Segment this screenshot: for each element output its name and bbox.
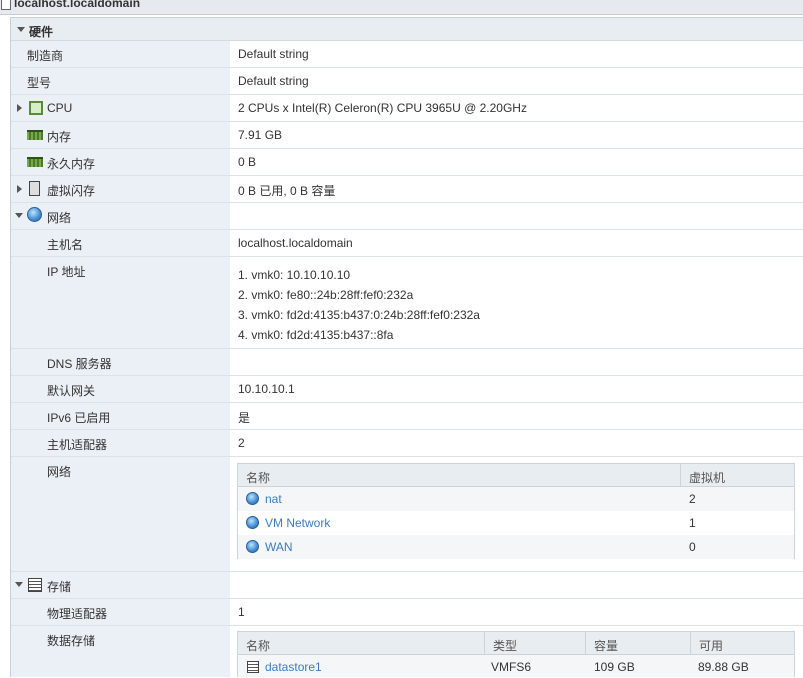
column-header-vms[interactable]: 虚拟机 — [681, 464, 794, 487]
window-title: localhost.localdomain — [14, 0, 141, 10]
table-row: nat 2 — [238, 487, 794, 511]
collapse-caret-icon[interactable] — [15, 213, 23, 218]
row-host-adapters: 主机适配器 2 — [11, 430, 803, 457]
row-label: IPv6 已启用 — [47, 411, 111, 425]
cpu-chip-icon — [29, 101, 43, 115]
row-label: IP 地址 — [47, 265, 86, 279]
row-label: 主机名 — [47, 238, 84, 252]
section-hardware-header[interactable]: 硬件 — [11, 18, 803, 41]
row-physical-adapters: 物理适配器 1 — [11, 599, 803, 626]
row-label: 虚拟闪存 — [47, 184, 96, 198]
row-value: 2 — [238, 436, 245, 450]
host-summary-panel: 硬件 制造商 Default string 型号 Default string … — [10, 17, 803, 677]
window-titlebar: localhost.localdomain — [0, 0, 803, 15]
datastores-table: 名称 类型 容量 可用 datastore1 VMFS6 109 GB 89.8… — [237, 631, 795, 677]
row-value: 1 — [238, 605, 245, 619]
row-memory: 内存 7.91 GB — [11, 122, 803, 149]
section-hardware-title: 硬件 — [29, 25, 54, 39]
row-label: 网络 — [47, 211, 72, 225]
collapse-caret-icon[interactable] — [17, 27, 25, 32]
row-label: 主机适配器 — [47, 438, 108, 452]
row-hostname: 主机名 localhost.localdomain — [11, 230, 803, 257]
row-label: CPU — [47, 101, 73, 115]
column-header-type[interactable]: 类型 — [485, 632, 585, 655]
row-datastores: 数据存储 名称 类型 容量 可用 datastore1 VMFS6 109 GB… — [11, 626, 803, 677]
datastore-icon — [247, 661, 259, 673]
network-link[interactable]: VM Network — [265, 516, 330, 530]
row-virtual-flash[interactable]: 虚拟闪存 0 B 已用, 0 B 容量 — [11, 176, 803, 203]
row-value: 10.10.10.1 — [238, 382, 295, 396]
datastore-free: 89.88 GB — [698, 660, 749, 674]
row-label: 内存 — [47, 130, 72, 144]
row-value: 0 B 已用, 0 B 容量 — [238, 184, 336, 198]
row-label: 网络 — [47, 465, 72, 479]
networks-table: 名称 虚拟机 nat 2 VM Network 1 WAN 0 — [237, 463, 795, 559]
section-storage-header[interactable]: 存储 — [11, 572, 803, 599]
row-label: 永久内存 — [47, 157, 96, 171]
disk-storage-icon — [28, 578, 42, 592]
datastore-link[interactable]: datastore1 — [265, 660, 322, 674]
row-value: 0 B — [238, 155, 257, 169]
collapse-caret-icon[interactable] — [15, 582, 23, 587]
row-value: Default string — [238, 47, 309, 61]
row-label: 制造商 — [27, 49, 64, 63]
row-manufacturer: 制造商 Default string — [11, 41, 803, 68]
row-label: DNS 服务器 — [47, 357, 112, 371]
row-value: 7.91 GB — [238, 128, 283, 142]
document-icon — [1, 0, 11, 10]
flash-drive-icon — [29, 181, 40, 196]
ip-address-item: 2. vmk0: fe80::24b:28ff:fef0:232a — [238, 288, 414, 302]
table-row: datastore1 VMFS6 109 GB 89.88 GB — [238, 655, 794, 677]
column-header-name[interactable]: 名称 — [238, 464, 680, 487]
row-value: 2 CPUs x Intel(R) Celeron(R) CPU 3965U @… — [238, 101, 527, 115]
row-networks: 网络 名称 虚拟机 nat 2 VM Network 1 WAN 0 — [11, 457, 803, 572]
row-persistent-memory: 永久内存 0 B — [11, 149, 803, 176]
globe-network-icon — [27, 207, 42, 222]
ip-address-item: 1. vmk0: 10.10.10.10 — [238, 268, 351, 282]
ip-address-item: 3. vmk0: fd2d:4135:b437:0:24b:28ff:fef0:… — [238, 308, 480, 322]
ip-address-item: 4. vmk0: fd2d:4135:b437::8fa — [238, 328, 394, 342]
column-header-name[interactable]: 名称 — [238, 632, 484, 655]
row-ipv6-enabled: IPv6 已启用 是 — [11, 403, 803, 430]
network-link[interactable]: WAN — [265, 540, 293, 554]
network-link[interactable]: nat — [265, 492, 282, 506]
section-storage-title: 存储 — [47, 580, 72, 594]
row-label: 型号 — [27, 76, 52, 90]
globe-network-icon — [246, 540, 259, 553]
row-label: 数据存储 — [47, 634, 96, 648]
ip-address-list: 1. vmk0: 10.10.10.10 2. vmk0: fe80::24b:… — [238, 265, 797, 345]
row-label: 物理适配器 — [47, 607, 108, 621]
row-cpu[interactable]: CPU 2 CPUs x Intel(R) Celeron(R) CPU 396… — [11, 95, 803, 122]
column-header-free[interactable]: 可用 — [691, 632, 794, 655]
row-value: Default string — [238, 74, 309, 88]
row-ip-addresses: IP 地址 1. vmk0: 10.10.10.10 2. vmk0: fe80… — [11, 257, 803, 349]
globe-network-icon — [246, 516, 259, 529]
globe-network-icon — [246, 492, 259, 505]
row-value: localhost.localdomain — [238, 236, 353, 250]
memory-icon — [27, 157, 43, 167]
row-default-gateway: 默认网关 10.10.10.1 — [11, 376, 803, 403]
column-header-capacity[interactable]: 容量 — [586, 632, 690, 655]
expand-caret-icon[interactable] — [17, 104, 22, 112]
row-value: 是 — [238, 411, 251, 425]
row-model: 型号 Default string — [11, 68, 803, 95]
datastore-capacity: 109 GB — [594, 660, 635, 674]
row-network[interactable]: 网络 — [11, 203, 803, 230]
network-vm-count: 1 — [689, 516, 696, 530]
network-vm-count: 0 — [689, 540, 696, 554]
row-dns-servers: DNS 服务器 — [11, 349, 803, 376]
network-vm-count: 2 — [689, 492, 696, 506]
memory-icon — [27, 130, 43, 140]
datastore-type: VMFS6 — [491, 660, 532, 674]
expand-caret-icon[interactable] — [17, 185, 22, 193]
table-row: WAN 0 — [238, 535, 794, 559]
row-label: 默认网关 — [47, 384, 96, 398]
table-row: VM Network 1 — [238, 511, 794, 535]
